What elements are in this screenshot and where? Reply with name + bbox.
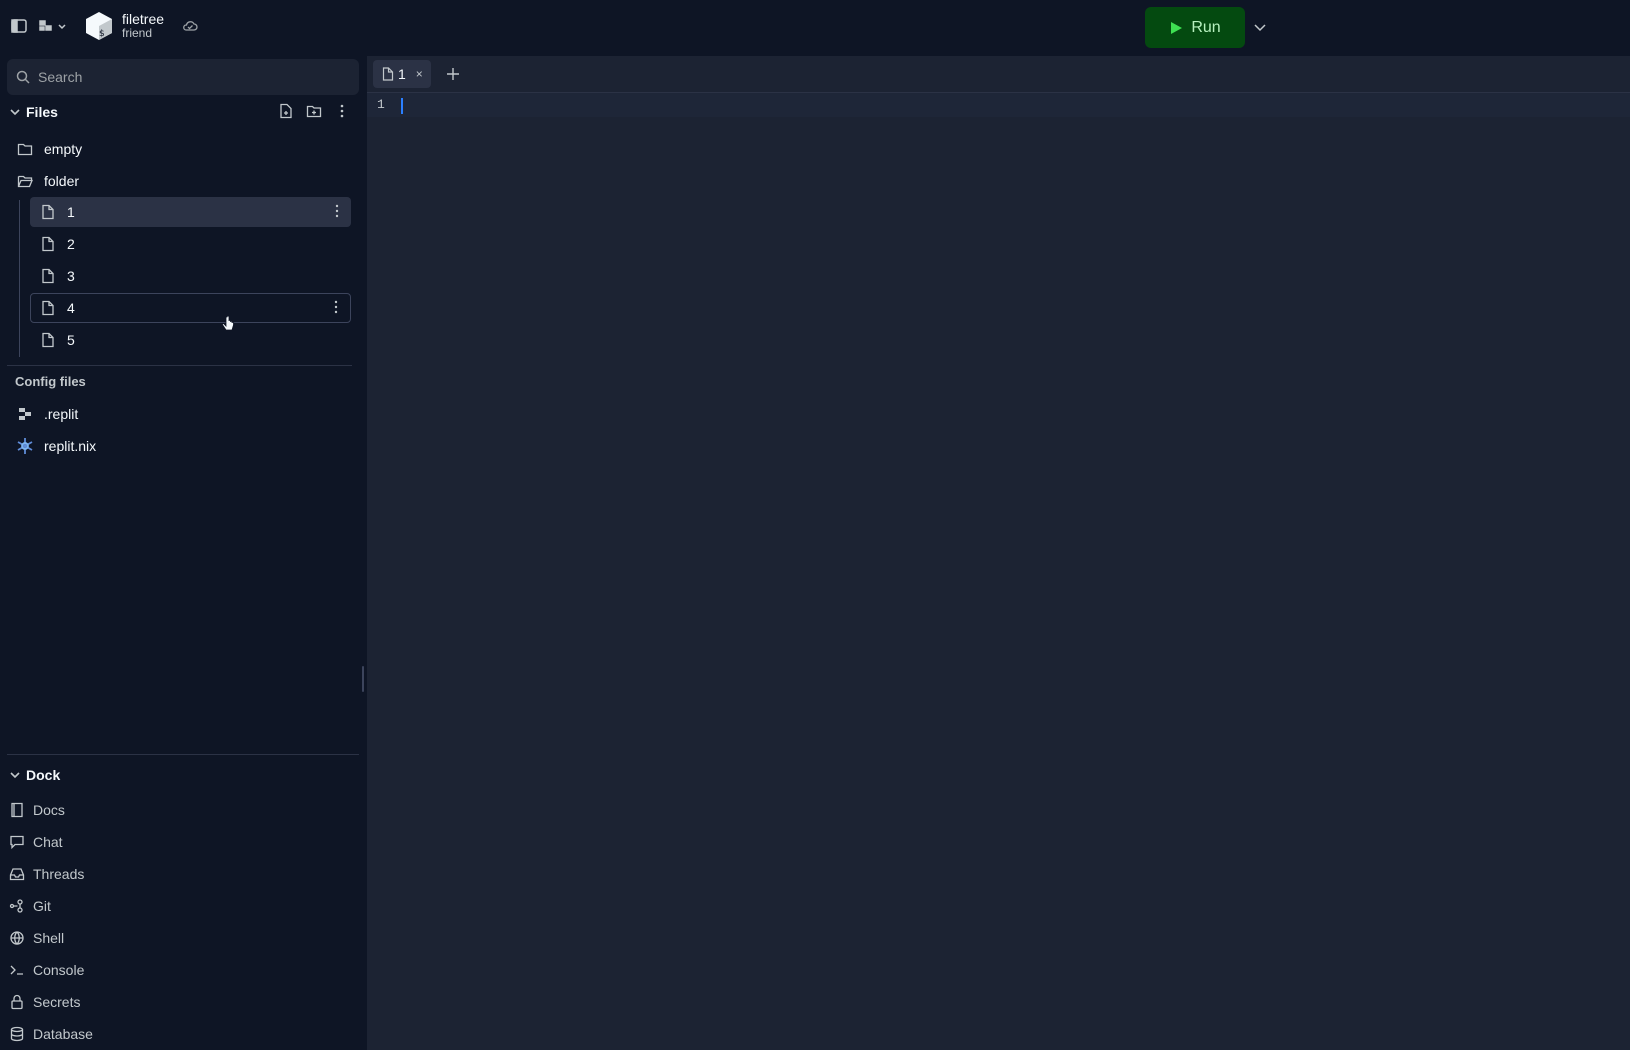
dock-item-chat[interactable]: Chat — [9, 829, 63, 855]
lock-icon — [9, 994, 25, 1010]
run-label: Run — [1191, 18, 1221, 36]
svg-text:$: $ — [99, 29, 105, 39]
file-tree-item-5[interactable]: 5 — [30, 325, 351, 355]
files-title: Files — [26, 104, 58, 120]
file-icon — [39, 203, 57, 221]
text-caret — [401, 98, 403, 114]
file-tree-item-empty[interactable]: empty — [16, 134, 346, 164]
chevron-down-icon — [10, 767, 20, 783]
file-tree-label: 5 — [67, 332, 75, 348]
dock-label: Chat — [33, 834, 63, 850]
run-options-chevron-down-icon[interactable] — [1250, 17, 1270, 37]
book-icon — [9, 802, 25, 818]
file-icon — [39, 331, 57, 349]
search-icon — [16, 70, 30, 84]
dock-item-shell[interactable]: Shell — [9, 925, 64, 951]
dock-item-secrets[interactable]: Secrets — [9, 989, 80, 1015]
folder-open-icon — [16, 172, 34, 190]
config-item-replit-nix[interactable]: replit.nix — [16, 431, 346, 461]
app-logo: $ — [84, 11, 114, 41]
dock-label: Shell — [33, 930, 65, 946]
config-files-title: Config files — [15, 374, 86, 389]
dock-label: Git — [33, 898, 51, 914]
dock-item-console[interactable]: Console — [9, 957, 84, 983]
editor-tab-1[interactable]: 1 × — [373, 60, 431, 88]
file-tree-label: 4 — [67, 300, 75, 316]
dock-section-header[interactable]: Dock — [0, 761, 60, 789]
file-tree-label: 3 — [67, 268, 75, 284]
config-label: replit.nix — [44, 438, 97, 454]
file-tree-item-3[interactable]: 3 — [30, 261, 351, 291]
file-tree-label: 1 — [67, 204, 75, 220]
file-icon — [39, 235, 57, 253]
app-subtitle: friend — [122, 26, 153, 40]
close-icon[interactable]: × — [416, 67, 423, 81]
search-box[interactable] — [7, 59, 359, 95]
dock-item-git[interactable]: Git — [9, 893, 51, 919]
sidebar-toggle-icon[interactable] — [9, 16, 29, 36]
editor-pane[interactable]: 1 × 1 — [367, 56, 1630, 1050]
file-icon — [39, 267, 57, 285]
sidebar: Files empty folder 1 2 3 4 5 Config file… — [0, 56, 367, 1050]
file-more-icon[interactable] — [329, 203, 345, 222]
chevron-down-icon — [10, 104, 20, 120]
section-divider — [7, 365, 352, 366]
replit-config-icon — [16, 405, 34, 423]
new-folder-icon[interactable] — [304, 101, 324, 121]
dock-label: Secrets — [33, 994, 81, 1010]
dock-label: Console — [33, 962, 85, 978]
git-icon — [9, 898, 25, 914]
file-more-icon[interactable] — [328, 299, 344, 318]
file-tree-item-folder[interactable]: folder — [16, 166, 346, 196]
file-actions — [276, 101, 352, 121]
file-tree-label: empty — [44, 141, 83, 157]
new-file-icon[interactable] — [276, 101, 296, 121]
add-tab-icon[interactable] — [443, 64, 463, 84]
dock-divider — [7, 754, 359, 755]
active-line-highlight — [367, 93, 1630, 117]
database-icon — [9, 1026, 25, 1042]
layout-menu-icon[interactable] — [37, 16, 69, 36]
dock-title: Dock — [26, 767, 61, 783]
shell-icon — [9, 930, 25, 946]
file-tree-item-4[interactable]: 4 — [30, 293, 351, 323]
config-label: .replit — [44, 406, 79, 422]
dock-label: Docs — [33, 802, 65, 818]
mouse-pointer-icon — [221, 315, 235, 334]
search-input[interactable] — [36, 68, 340, 86]
dock-item-docs[interactable]: Docs — [9, 797, 65, 823]
app-name[interactable]: filetree — [122, 12, 164, 27]
run-button[interactable]: Run — [1145, 7, 1245, 48]
file-tree-label: 2 — [67, 236, 75, 252]
file-tree-item-2[interactable]: 2 — [30, 229, 351, 259]
dock-label: Database — [33, 1026, 93, 1042]
files-more-icon[interactable] — [332, 101, 352, 121]
line-number: 1 — [377, 97, 385, 112]
dock-label: Threads — [33, 866, 85, 882]
chat-icon — [9, 834, 25, 850]
nix-icon — [16, 437, 34, 455]
console-icon — [9, 962, 25, 978]
tab-label: 1 — [398, 66, 406, 82]
config-item-replit[interactable]: .replit — [16, 399, 346, 429]
file-icon — [382, 67, 394, 81]
file-icon — [39, 299, 57, 317]
file-tree-item-1[interactable]: 1 — [30, 197, 351, 227]
file-tree-label: folder — [44, 173, 80, 189]
cloud-sync-icon[interactable] — [180, 16, 200, 36]
dock-item-threads[interactable]: Threads — [9, 861, 84, 887]
top-bar: $ filetree friend Run — [0, 0, 1630, 56]
folder-icon — [16, 140, 34, 158]
editor-tab-bar: 1 × — [367, 56, 1630, 93]
sidebar-resize-handle[interactable] — [362, 666, 364, 692]
threads-icon — [9, 866, 25, 882]
dock-item-database[interactable]: Database — [9, 1021, 93, 1047]
files-section-header[interactable]: Files — [0, 98, 58, 126]
tree-indent-guide — [19, 200, 20, 357]
